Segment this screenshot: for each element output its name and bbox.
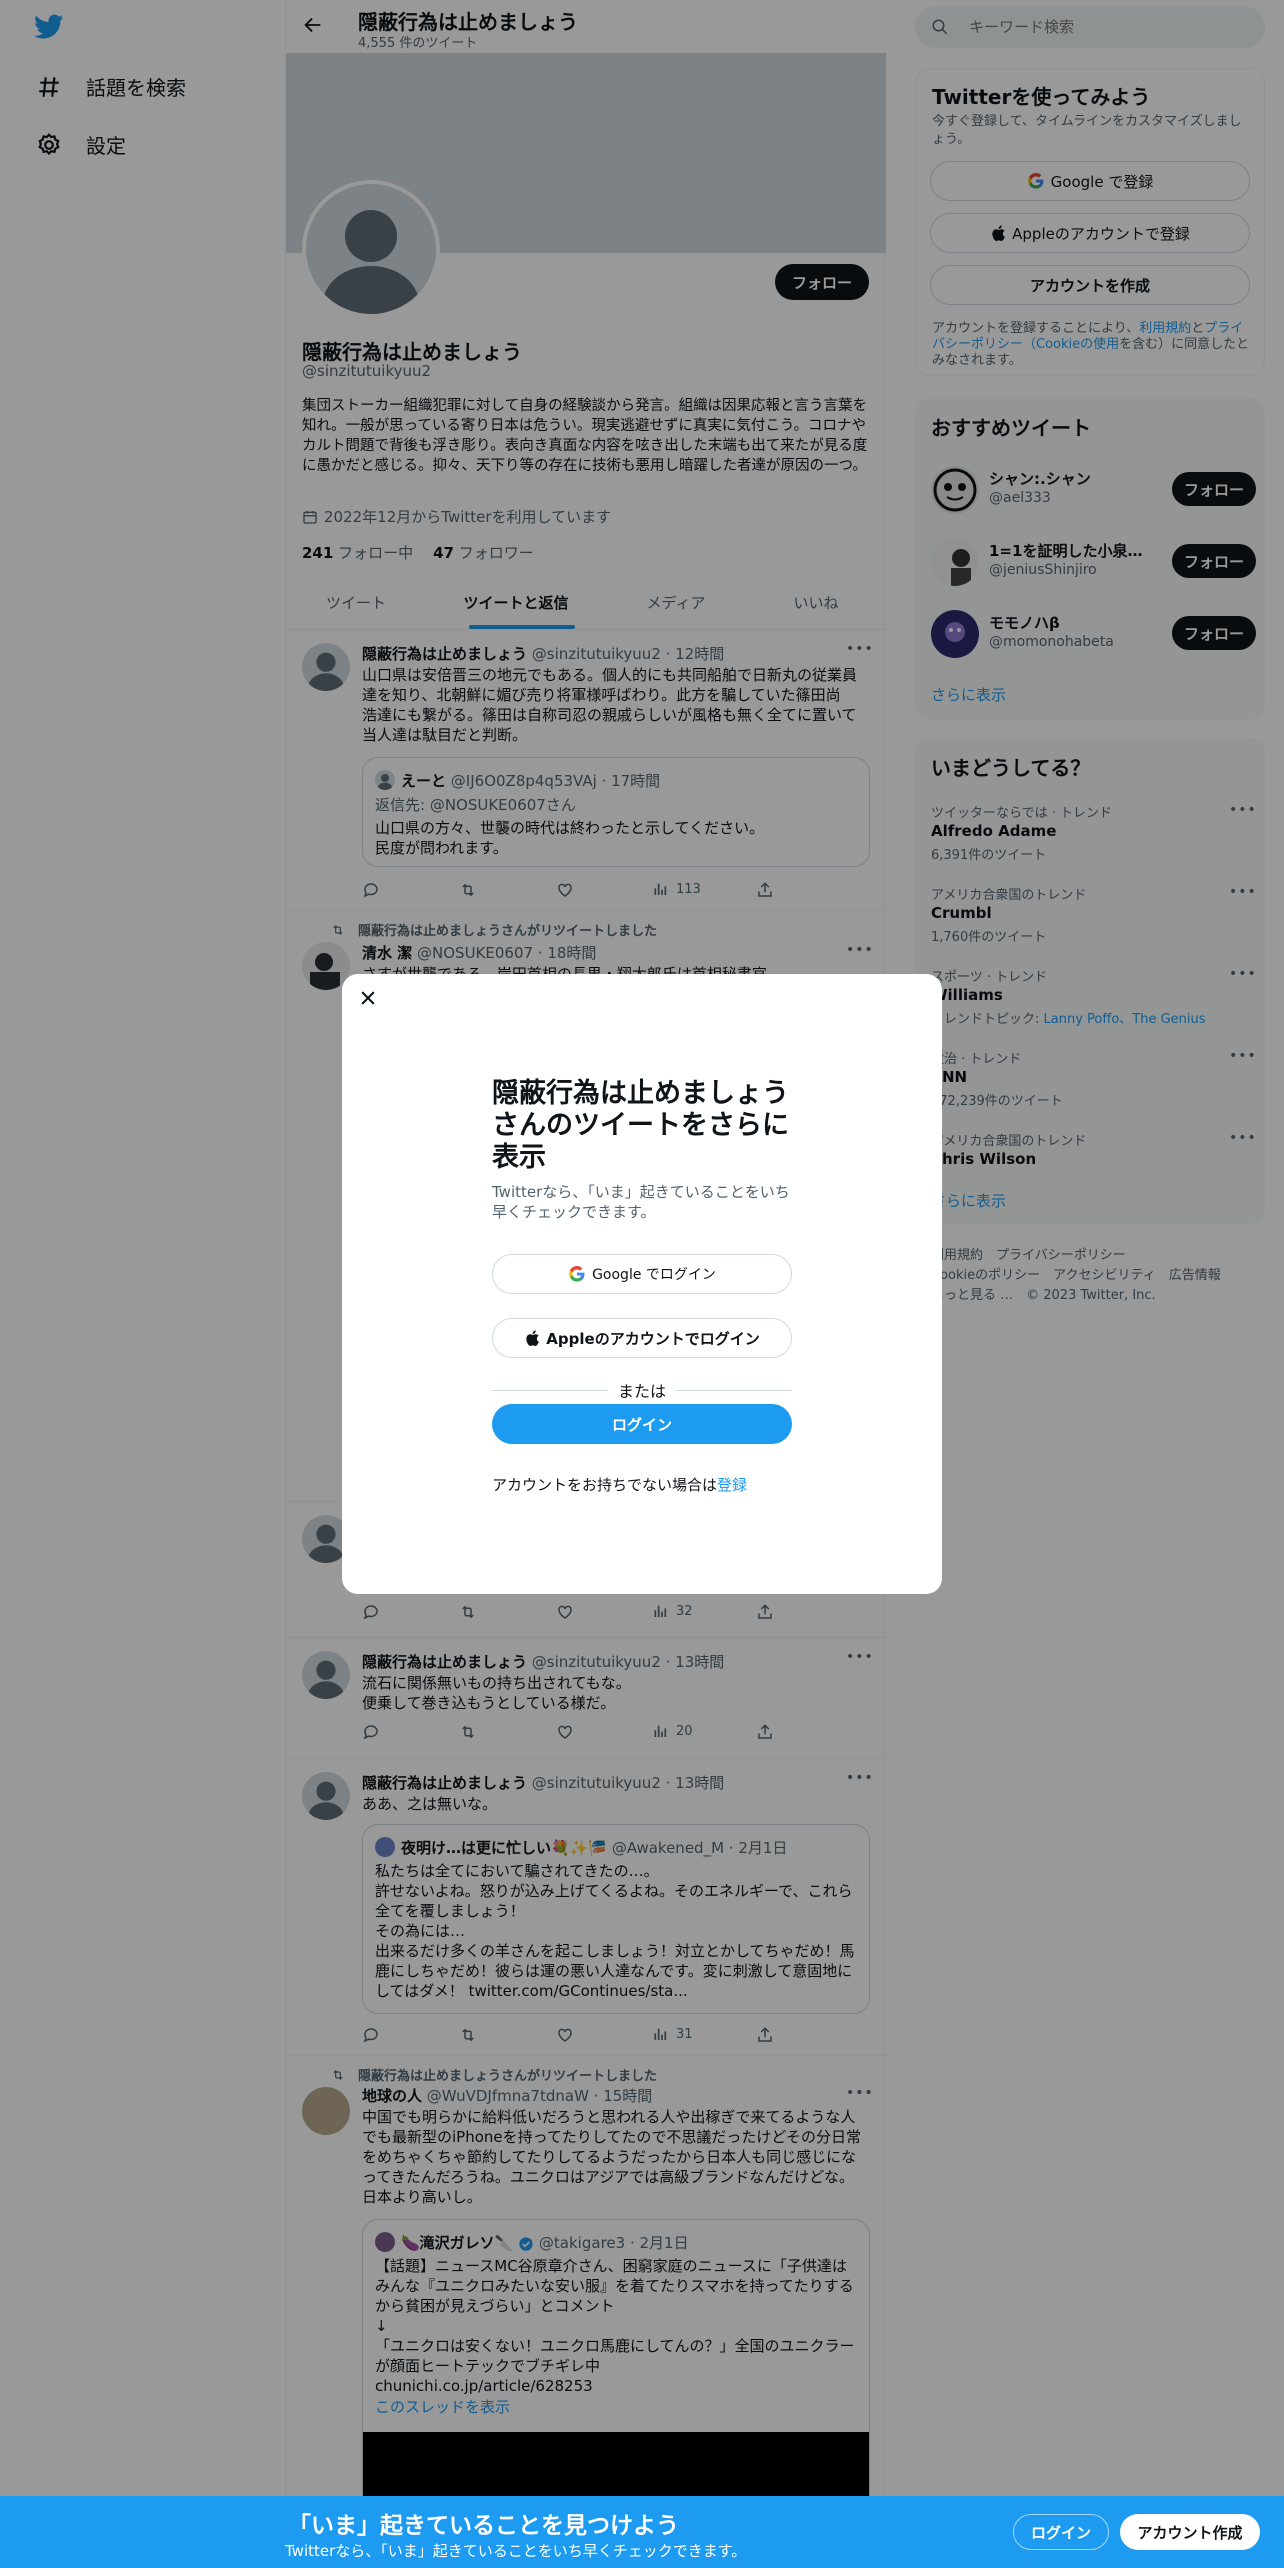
login-button[interactable]: ログイン [492, 1404, 792, 1444]
apple-login-label: Appleのアカウントでログイン [546, 1329, 760, 1348]
google-login-label: Google でログイン [592, 1267, 716, 1283]
no-account-text: アカウントをお持ちでない場合は [492, 1476, 718, 1494]
close-icon[interactable] [358, 988, 378, 1008]
bottombar-subtitle: Twitterなら、「いま」起きていることをいち早くチェックできます。 [285, 2542, 747, 2560]
divider-line [676, 1389, 793, 1391]
signup-link[interactable]: 登録 [717, 1476, 747, 1494]
modal-subtitle: Twitterなら、「いま」起きていることをいち早くチェックできます。 [492, 1183, 790, 1221]
bottombar-title: 「いま」起きていることを見つけよう [288, 2513, 679, 2539]
bottombar-signup-button[interactable]: アカウント作成 [1120, 2514, 1260, 2550]
google-g-icon [568, 1265, 586, 1283]
or-label: または [618, 1382, 667, 1401]
bottombar-login-button[interactable]: ログイン [1013, 2514, 1109, 2550]
modal-title: 隠蔽行為は止めましょうさんのツイートをさらに表示 [492, 1078, 789, 1173]
apple-login-button[interactable]: Appleのアカウントでログイン [492, 1318, 792, 1358]
or-divider: または [492, 1380, 793, 1401]
signup-prompt: アカウントをお持ちでない場合は登録 [492, 1474, 747, 1495]
apple-icon [524, 1329, 540, 1347]
login-modal: 隠蔽行為は止めましょうさんのツイートをさらに表示 Twitterなら、「いま」起… [342, 974, 942, 1594]
bottom-signup-bar: 「いま」起きていることを見つけよう Twitterなら、「いま」起きていることを… [0, 2496, 1284, 2568]
google-login-button[interactable]: Google でログイン [492, 1254, 792, 1294]
divider-line [492, 1389, 608, 1391]
